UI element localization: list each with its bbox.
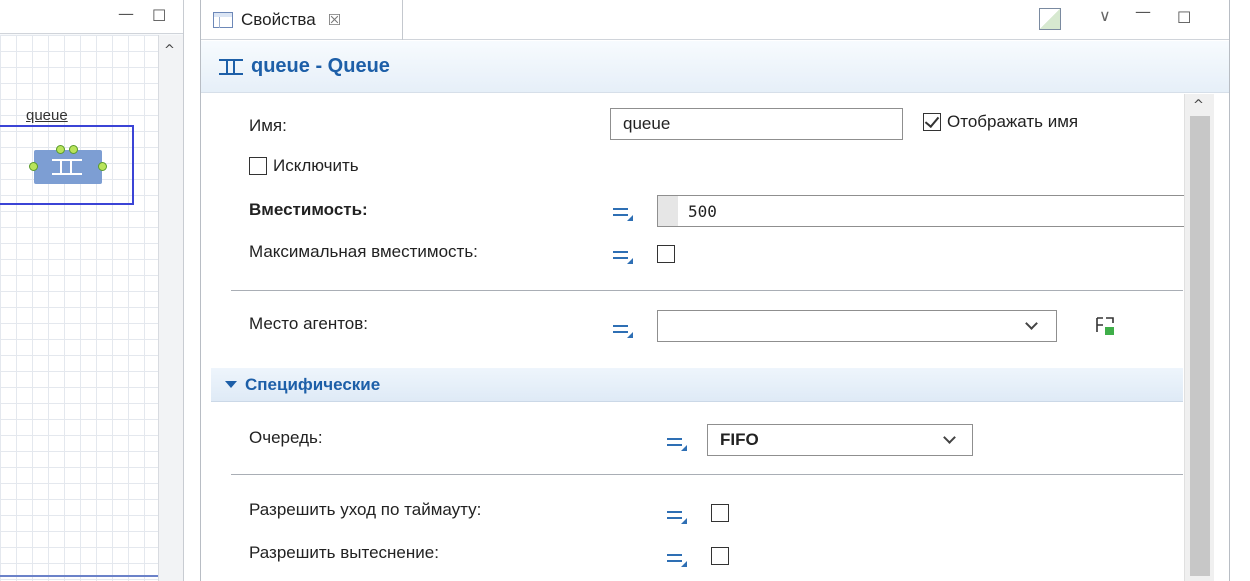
canvas-divider (0, 575, 158, 577)
queue-discipline-select[interactable]: FIFO (707, 424, 973, 456)
pin-view-icon[interactable] (1039, 8, 1061, 30)
top-port-right[interactable] (69, 145, 78, 154)
editor-toolbar: — ☐ (0, 0, 183, 34)
view-tab-strip: Свойства ☒ ∨ — ☐ (201, 0, 1229, 40)
canvas-scrollbar[interactable]: ^ (158, 35, 183, 581)
static-value-icon[interactable] (667, 551, 689, 567)
queue-icon (219, 58, 243, 75)
tab-properties[interactable]: Свойства ☒ (205, 0, 403, 40)
model-canvas[interactable] (0, 35, 158, 581)
view-menu-chevron-icon[interactable]: ∨ (1099, 6, 1111, 25)
chevron-down-icon[interactable] (943, 432, 957, 446)
block-caption[interactable]: queue (26, 107, 68, 124)
top-port-left[interactable] (56, 145, 65, 154)
properties-scrollbar[interactable]: ^ (1184, 94, 1214, 581)
properties-header: queue - Queue (201, 41, 1229, 93)
out-port[interactable] (98, 162, 107, 171)
queue-discipline-label: Очередь: (249, 428, 323, 447)
static-value-icon[interactable] (667, 508, 689, 524)
timeout-checkbox[interactable] (711, 504, 729, 522)
view-minimize-button[interactable]: — (1135, 4, 1151, 20)
static-value-icon[interactable] (667, 435, 689, 451)
queue-block[interactable] (29, 145, 107, 184)
scrollbar-thumb[interactable] (1190, 116, 1210, 576)
properties-icon (213, 12, 233, 28)
preemption-checkbox[interactable] (711, 547, 729, 565)
graphical-editor-panel: — ☐ ^ queue (0, 0, 184, 581)
view-maximize-button[interactable]: ☐ (1177, 10, 1191, 26)
specific-form: Очередь: FIFO Разрешить уход по таймауту… (201, 94, 1183, 581)
scroll-up-icon[interactable]: ^ (164, 43, 175, 58)
scroll-up-icon[interactable]: ^ (1193, 98, 1204, 113)
timeout-label: Разрешить уход по таймауту: (249, 500, 482, 519)
close-icon[interactable]: ☒ (328, 11, 341, 29)
in-port[interactable] (29, 162, 38, 171)
page-title: queue - Queue (251, 55, 390, 77)
properties-view: Свойства ☒ ∨ — ☐ queue - Queue Имя: queu… (200, 0, 1230, 581)
maximize-button[interactable]: ☐ (152, 8, 166, 24)
preemption-label: Разрешить вытеснение: (249, 543, 439, 562)
queue-block-icon (52, 159, 82, 175)
minimize-button[interactable]: — (118, 6, 134, 22)
divider (231, 474, 1183, 475)
tab-label: Свойства (241, 10, 316, 29)
